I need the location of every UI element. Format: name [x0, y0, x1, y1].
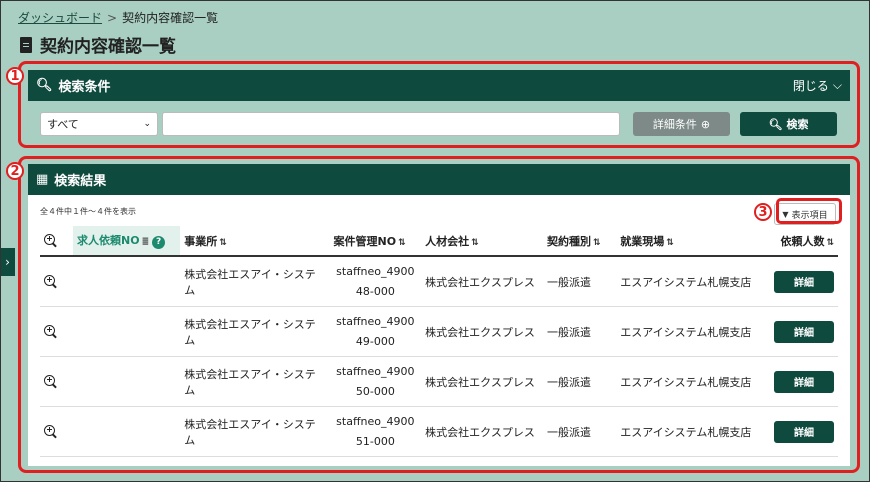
annotation-marker-1: 1	[6, 67, 24, 85]
document-icon	[20, 36, 32, 53]
chevron-right-icon: ›	[5, 255, 10, 269]
page-title-text: 契約内容確認一覧	[40, 37, 176, 57]
annotation-box-search	[18, 61, 860, 148]
breadcrumb-dashboard-link[interactable]: ダッシュボード	[18, 11, 102, 25]
annotation-marker-2: 2	[6, 162, 24, 180]
sidebar-expand-tab[interactable]: ›	[0, 248, 15, 276]
annotation-box-results	[18, 156, 860, 473]
breadcrumb-current: 契約内容確認一覧	[122, 11, 219, 25]
breadcrumb: ダッシュボード > 契約内容確認一覧	[18, 9, 218, 26]
annotation-box-columns	[776, 198, 842, 224]
annotation-marker-3: 3	[754, 203, 772, 221]
page-title: 契約内容確認一覧	[20, 32, 176, 57]
breadcrumb-separator: >	[107, 11, 118, 25]
